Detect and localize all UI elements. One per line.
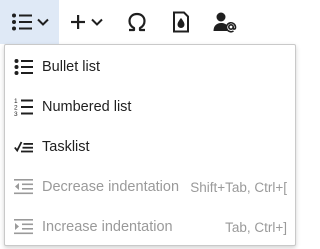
indent-icon	[13, 216, 35, 238]
svg-text:3: 3	[14, 111, 18, 117]
menu-item-label: Increase indentation	[42, 219, 173, 235]
menu-item-decrease-indentation[interactable]: Decrease indentation Shift+Tab, Ctrl+[	[5, 167, 295, 207]
bullet-list-icon	[13, 56, 35, 78]
menu-item-shortcut: Tab, Ctrl+]	[225, 219, 287, 235]
chevron-down-icon	[36, 18, 49, 26]
mention-button[interactable]	[202, 0, 248, 44]
outdent-icon	[13, 176, 35, 198]
chevron-down-icon	[91, 18, 103, 26]
bookmark-drop-icon	[172, 11, 190, 33]
menu-item-increase-indentation[interactable]: Increase indentation Tab, Ctrl+]	[5, 207, 295, 247]
special-character-button[interactable]	[114, 0, 160, 44]
menu-item-label: Tasklist	[42, 139, 90, 155]
menu-item-label: Decrease indentation	[42, 179, 180, 195]
user-at-icon	[213, 11, 237, 33]
omega-icon	[126, 12, 148, 32]
plus-icon	[70, 14, 86, 30]
menu-item-bullet-list[interactable]: Bullet list	[5, 47, 295, 87]
bullet-list-icon	[11, 12, 33, 32]
lists-dropdown-button[interactable]	[0, 0, 59, 44]
menu-item-shortcut: Shift+Tab, Ctrl+[	[190, 179, 287, 195]
menu-item-tasklist[interactable]: Tasklist	[5, 127, 295, 167]
tasklist-icon	[13, 136, 35, 158]
bookmark-button[interactable]	[160, 0, 202, 44]
menu-item-numbered-list[interactable]: 1 2 3 Numbered list	[5, 87, 295, 127]
numbered-list-icon: 1 2 3	[13, 96, 35, 118]
menu-item-label: Bullet list	[42, 59, 101, 75]
insert-dropdown-button[interactable]	[59, 0, 114, 44]
editor-toolbar	[0, 0, 300, 44]
lists-dropdown-menu: Bullet list 1 2 3 Numbered list Tasklist…	[4, 44, 296, 246]
menu-item-label: Numbered list	[42, 99, 132, 115]
